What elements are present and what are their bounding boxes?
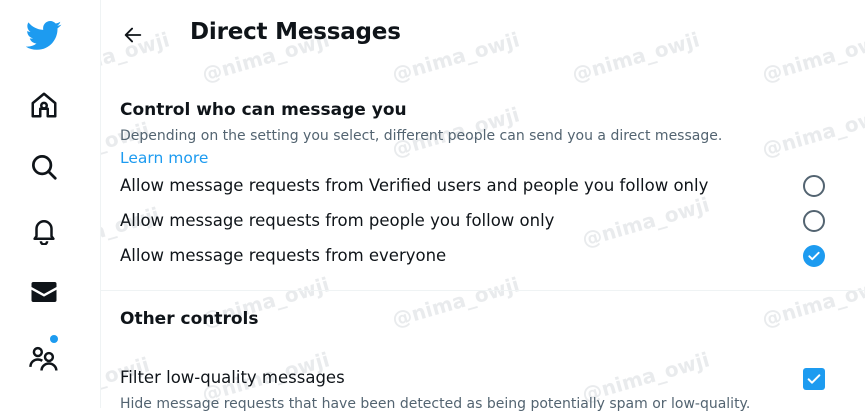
- radio-unselected[interactable]: [803, 210, 825, 232]
- section-description: Depending on the setting you select, dif…: [120, 128, 723, 144]
- section-title-other: Other controls: [120, 309, 259, 329]
- radio-unselected[interactable]: [803, 175, 825, 197]
- messages-envelope-icon[interactable]: [22, 270, 66, 314]
- filter-low-quality-row[interactable]: Filter low-quality messages: [101, 362, 865, 396]
- checkmark-icon: [807, 374, 821, 384]
- home-icon[interactable]: [22, 83, 66, 127]
- option-label: Allow message requests from Verified use…: [120, 176, 709, 195]
- option-following-only[interactable]: Allow message requests from people you f…: [101, 205, 865, 239]
- sidebar-nav: [0, 0, 101, 408]
- page-header: Direct Messages: [101, 0, 865, 70]
- filter-checkbox[interactable]: [803, 368, 825, 390]
- option-label: Allow message requests from everyone: [120, 246, 447, 265]
- search-icon[interactable]: [22, 145, 66, 189]
- notifications-bell-icon[interactable]: [22, 208, 66, 252]
- communities-icon[interactable]: [22, 335, 66, 379]
- radio-selected[interactable]: [803, 245, 825, 267]
- section-title-control: Control who can message you: [120, 100, 407, 120]
- arrow-left-icon: [124, 27, 142, 43]
- twitter-logo-icon[interactable]: [22, 14, 66, 58]
- checkmark-icon: [808, 251, 820, 261]
- filter-label: Filter low-quality messages: [120, 368, 345, 387]
- learn-more-link[interactable]: Learn more: [120, 149, 208, 167]
- settings-panel: Direct Messages Control who can message …: [101, 0, 865, 412]
- filter-description: Hide message requests that have been det…: [120, 396, 751, 412]
- section-divider: [101, 290, 865, 291]
- back-button[interactable]: [115, 17, 151, 53]
- option-verified-and-following[interactable]: Allow message requests from Verified use…: [101, 170, 865, 204]
- option-label: Allow message requests from people you f…: [120, 211, 555, 230]
- page-title: Direct Messages: [190, 19, 401, 45]
- option-everyone[interactable]: Allow message requests from everyone: [101, 240, 865, 274]
- unread-indicator-dot: [50, 335, 58, 343]
